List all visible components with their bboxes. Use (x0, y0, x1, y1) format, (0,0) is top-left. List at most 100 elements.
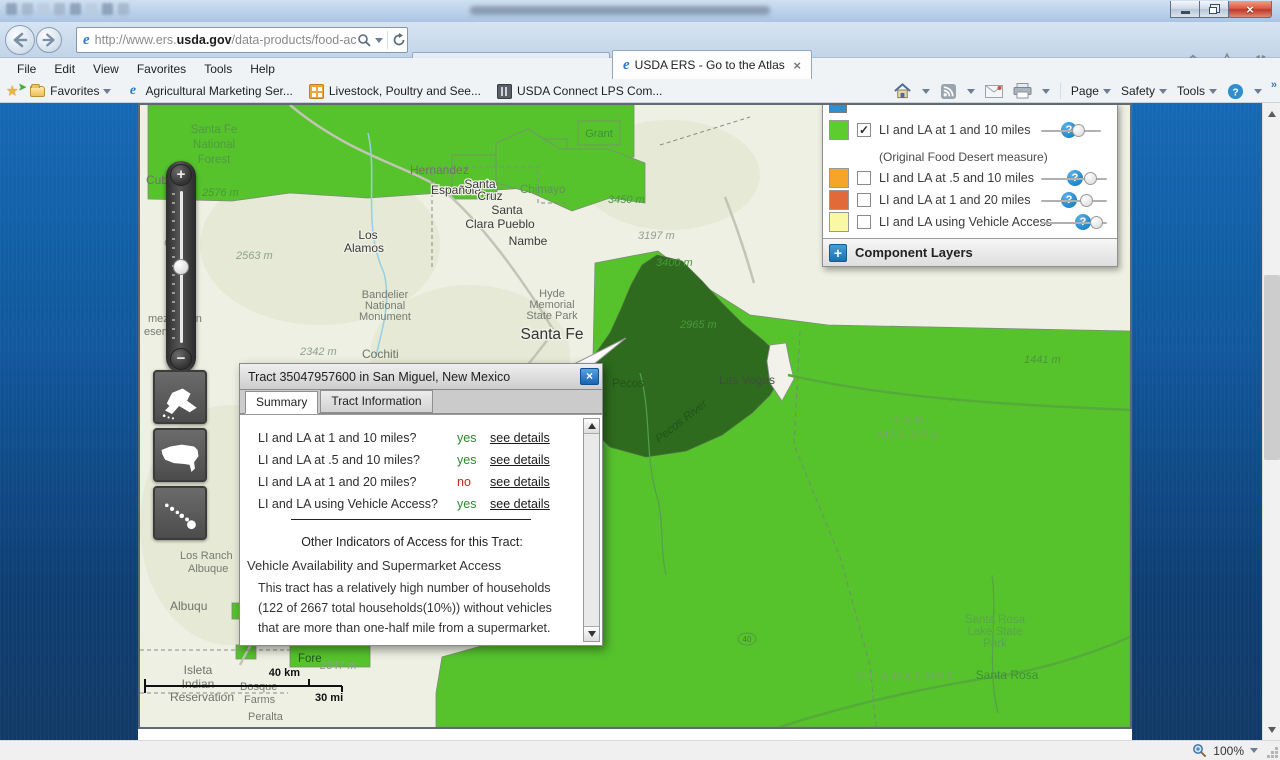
usa-extent-button[interactable] (153, 428, 207, 482)
menu-view[interactable]: View (84, 59, 128, 79)
favorites-caret[interactable] (103, 89, 111, 94)
vehicle-availability-header: Vehicle Availability and Supermarket Acc… (247, 558, 501, 573)
tab-tract-information[interactable]: Tract Information (320, 390, 432, 413)
alaska-extent-button[interactable] (153, 370, 207, 424)
popup-header[interactable]: Tract 35047957600 in San Miguel, New Mex… (239, 363, 603, 390)
screen: × e http://www.ers.usda.gov/data-product… (0, 0, 1280, 760)
back-arrow-icon (10, 30, 30, 50)
label-hyde: State Park (526, 310, 578, 322)
see-details-link[interactable]: see details (490, 431, 578, 445)
refresh-icon[interactable] (392, 33, 406, 47)
search-dropdown-caret[interactable] (375, 38, 383, 43)
safety-label: Safety (1121, 84, 1155, 98)
menu-help[interactable]: Help (241, 59, 284, 79)
zoom-control[interactable]: 100% (1192, 743, 1258, 758)
home-caret[interactable] (922, 89, 930, 94)
scroll-down-button[interactable] (584, 626, 599, 641)
label-los-ranchos: Albuque (188, 563, 228, 575)
checkbox-checked[interactable]: ✓ (857, 123, 871, 137)
tools-menu[interactable]: Tools (1177, 84, 1217, 98)
background-window-title-blur (470, 6, 770, 15)
map-zoom-slider[interactable]: + − (166, 161, 196, 373)
label-los-ranchos: Los Ranch (180, 550, 233, 562)
zoom-in-button[interactable]: + (170, 164, 192, 186)
rss-icon[interactable] (940, 84, 957, 99)
help-icon[interactable]: ? (1227, 83, 1244, 100)
opacity-slider[interactable] (1041, 130, 1101, 132)
address-bar[interactable]: e http://www.ers.usda.gov/data-products/… (76, 27, 408, 53)
rss-caret[interactable] (967, 89, 975, 94)
favorite-label: USDA Connect LPS Com... (517, 84, 662, 98)
url-text: http://www.ers.usda.gov/data-products/fo… (95, 33, 357, 47)
opacity-slider-knob[interactable] (1090, 216, 1103, 229)
favorites-label[interactable]: Favorites (50, 84, 99, 98)
svg-text:?: ? (1232, 87, 1238, 98)
answer: yes (457, 431, 490, 445)
browser-scrollbar[interactable] (1262, 103, 1280, 740)
legend-label: LI and LA at 1 and 10 miles (879, 123, 1031, 137)
component-layers-bar[interactable]: + Component Layers (823, 238, 1117, 266)
menu-favorites[interactable]: Favorites (128, 59, 195, 79)
question: LI and LA using Vehicle Access? (258, 497, 457, 511)
checkbox-unchecked[interactable] (857, 193, 871, 207)
separator-line (291, 519, 531, 520)
checkbox-unchecked[interactable] (857, 171, 871, 185)
close-button[interactable]: × (1228, 1, 1272, 18)
scale-mi-label: 30 mi (315, 692, 343, 704)
scrollbar-thumb[interactable] (1264, 275, 1280, 460)
opacity-slider-knob[interactable] (1072, 124, 1085, 137)
print-caret[interactable] (1042, 89, 1050, 94)
label-guadalupe-county: GUADALUPE (857, 669, 957, 683)
menu-edit[interactable]: Edit (45, 59, 84, 79)
scrollbar-down-button[interactable] (1264, 721, 1280, 738)
page-menu[interactable]: Page (1071, 84, 1111, 98)
menu-tools[interactable]: Tools (195, 59, 241, 79)
label-elev-2563: 2563 m (235, 250, 273, 262)
label-elev-2576: 2576 m (201, 187, 239, 199)
scroll-up-button[interactable] (584, 419, 599, 434)
back-button[interactable] (5, 25, 35, 55)
tab-usda-ers-atlas[interactable]: e USDA ERS - Go to the Atlas × (612, 50, 812, 79)
hawaii-icon (158, 493, 202, 537)
print-icon[interactable] (1013, 83, 1032, 99)
label-santa-rosa-lake: Santa Rosa (965, 614, 1026, 626)
checkbox-unchecked[interactable] (857, 215, 871, 229)
opacity-slider-knob[interactable] (1084, 172, 1097, 185)
see-details-link[interactable]: see details (490, 497, 578, 511)
add-favorite-star-icon[interactable]: ★➤ (6, 82, 26, 100)
zoom-caret[interactable] (1250, 748, 1258, 753)
hawaii-extent-button[interactable] (153, 486, 207, 540)
opacity-slider[interactable] (1041, 200, 1107, 202)
zoom-out-button[interactable]: − (170, 348, 192, 370)
zoom-handle[interactable] (173, 259, 189, 275)
toolbar-overflow-chevron[interactable]: » (1271, 79, 1277, 91)
home-command-icon[interactable] (893, 83, 912, 99)
opacity-slider[interactable] (1041, 222, 1107, 224)
help-caret[interactable] (1254, 89, 1262, 94)
browser-nav-band: e http://www.ers.usda.gov/data-products/… (0, 22, 1280, 58)
tab-summary[interactable]: Summary (245, 391, 318, 414)
label-elev-1441: 1441 m (1024, 354, 1061, 366)
see-details-link[interactable]: see details (490, 453, 578, 467)
favorite-link-usda-connect[interactable]: USDA Connect LPS Com... (497, 84, 662, 99)
mail-icon[interactable] (985, 85, 1003, 98)
opacity-slider-knob[interactable] (1080, 194, 1093, 207)
favorite-link-ams[interactable]: eAgricultural Marketing Ser... (125, 84, 292, 99)
safety-menu[interactable]: Safety (1121, 84, 1167, 98)
tab-close-icon[interactable]: × (791, 58, 803, 73)
opacity-slider[interactable] (1041, 178, 1107, 180)
see-details-link[interactable]: see details (490, 475, 578, 489)
map-viewport[interactable]: 40 Santa Fe National Forest Grant 2576 m… (138, 103, 1132, 729)
popup-close-button[interactable]: × (580, 368, 599, 385)
popup-scrollbar[interactable] (583, 418, 600, 642)
forward-button[interactable] (36, 27, 62, 53)
favorite-link-livestock[interactable]: Livestock, Poultry and See... (309, 84, 481, 99)
minimize-button[interactable] (1170, 1, 1200, 18)
menu-file[interactable]: File (8, 59, 45, 79)
ie-tab-icon: e (623, 57, 630, 74)
scrollbar-up-button[interactable] (1264, 105, 1280, 122)
search-icon[interactable] (357, 33, 371, 47)
restore-button[interactable] (1199, 1, 1229, 18)
expand-plus-icon[interactable]: + (829, 244, 847, 262)
favorites-folder-icon[interactable] (30, 86, 45, 97)
